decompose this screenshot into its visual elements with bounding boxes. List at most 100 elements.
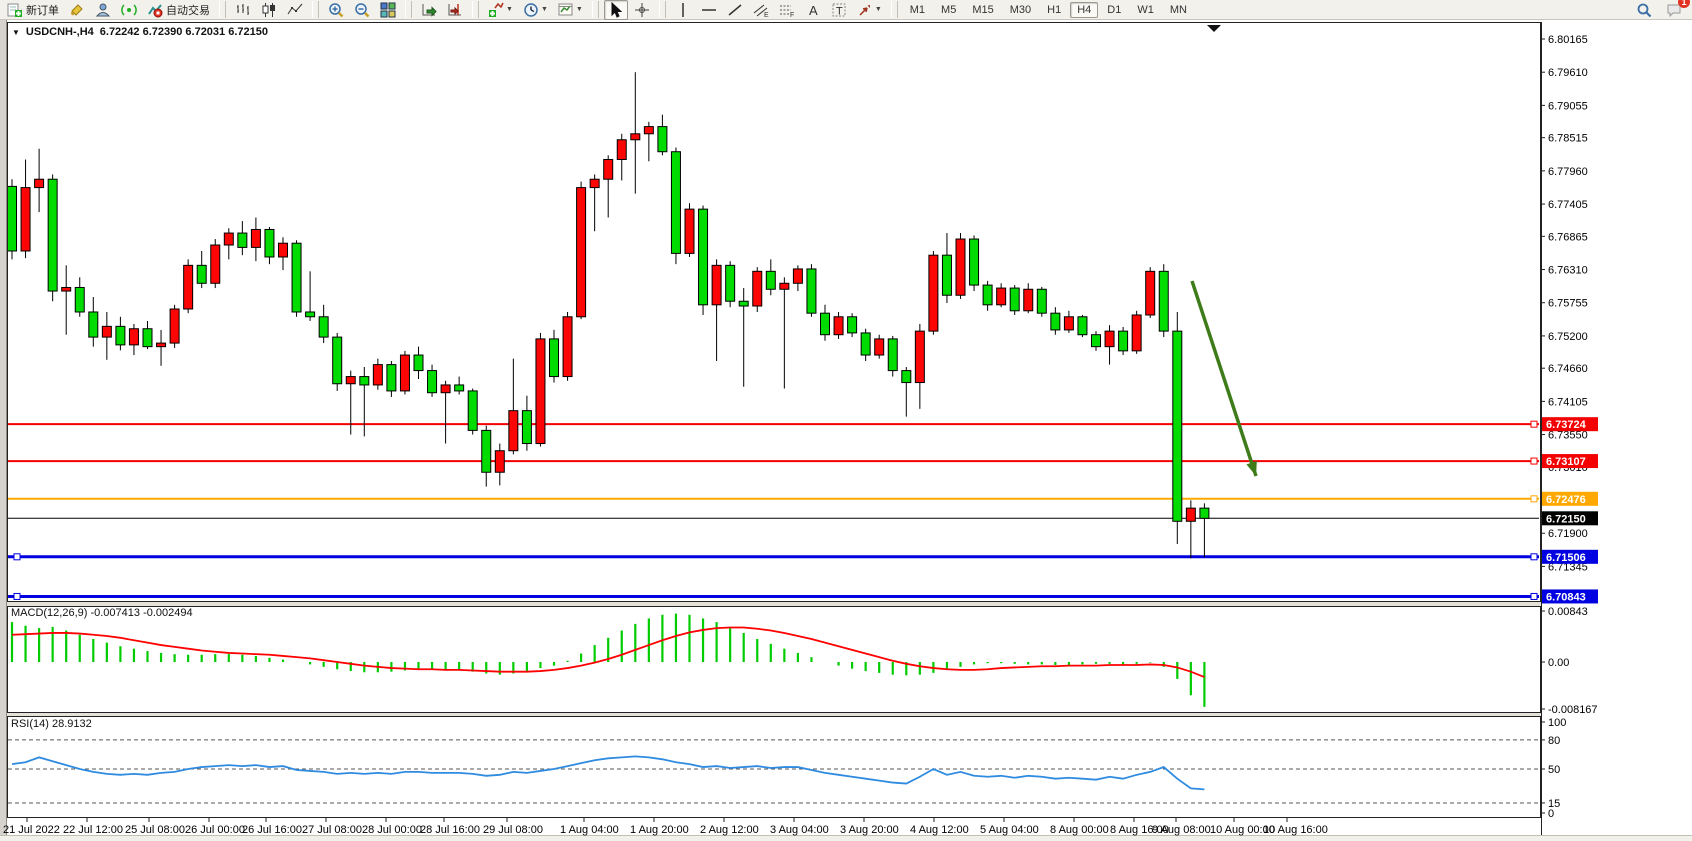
chart-menu-triangle-icon[interactable]: ▼ (12, 28, 20, 37)
timeframe-m15-button[interactable]: M15 (965, 2, 1000, 18)
line-handle[interactable] (14, 554, 20, 560)
line-handle[interactable] (1531, 421, 1537, 427)
insert-group: ▼ ▼ ▼ (481, 0, 590, 19)
fibonacci-icon: F (779, 2, 795, 18)
crosshair-button[interactable] (630, 0, 654, 20)
svg-text:6.74105: 6.74105 (1548, 396, 1588, 408)
candlestick-chart-button[interactable] (257, 0, 281, 20)
date-label: 8 Aug 00:00 (1050, 824, 1109, 836)
equidistant-channel-button[interactable]: E (749, 0, 773, 20)
svg-text:6.75755: 6.75755 (1548, 298, 1588, 310)
auto-scroll-button[interactable] (417, 0, 441, 20)
trade-group: 新订单 自动交易 (0, 0, 217, 19)
toolbar: 新订单 自动交易 ▼ ▼ (0, 0, 1692, 20)
objects-group: E F A T ▼ (668, 0, 889, 19)
timeframe-d1-button[interactable]: D1 (1100, 2, 1128, 18)
templates-button[interactable]: ▼ (554, 0, 587, 20)
periods-button[interactable]: ▼ (519, 0, 552, 20)
notifications-button[interactable]: 1 (1662, 0, 1686, 20)
toolbar-separator (405, 1, 412, 18)
date-label: 26 Jul 16:00 (242, 824, 302, 836)
profile-button[interactable] (91, 0, 115, 20)
search-button[interactable] (1632, 0, 1656, 20)
vertical-line-button[interactable] (671, 0, 695, 20)
rsi-indicator-label: RSI(14) 28.9132 (11, 718, 92, 730)
date-label: 21 Jul 2022 (3, 824, 60, 836)
indicators-button[interactable]: ▼ (484, 0, 517, 20)
chart-canvas[interactable]: 6.801656.796106.790556.785156.779606.774… (0, 0, 1692, 841)
pane-divider[interactable] (7, 713, 1541, 716)
timeframe-h1-button[interactable]: H1 (1040, 2, 1068, 18)
line-handle[interactable] (14, 593, 20, 599)
svg-text:6.76865: 6.76865 (1548, 231, 1588, 243)
macd-pane[interactable] (8, 607, 1541, 713)
timeframe-h4-button[interactable]: H4 (1070, 2, 1098, 18)
svg-text:6.73550: 6.73550 (1548, 430, 1588, 442)
line-handle[interactable] (1531, 496, 1537, 502)
timeframe-mn-button[interactable]: MN (1163, 2, 1194, 18)
indicators-icon (488, 2, 504, 18)
bar-chart-button[interactable] (231, 0, 255, 20)
svg-text:6.70843: 6.70843 (1546, 591, 1586, 603)
chart-shift-icon (447, 2, 463, 18)
template-icon (558, 2, 574, 18)
autotrading-button[interactable]: 自动交易 (143, 0, 214, 20)
text-label-button[interactable]: T (827, 0, 851, 20)
date-label: 29 Jul 08:00 (483, 824, 543, 836)
macd-axis-label: 0.00 (1548, 657, 1569, 669)
new-order-label: 新订单 (26, 2, 59, 18)
horizontal-line-button[interactable] (697, 0, 721, 20)
cursor-button[interactable] (604, 0, 628, 20)
date-axis[interactable]: 21 Jul 202222 Jul 12:0025 Jul 08:0026 Ju… (3, 818, 1328, 836)
auto-scroll-icon (421, 2, 437, 18)
price-marker: 6.70843 (1542, 589, 1598, 603)
timeframe-w1-button[interactable]: W1 (1130, 2, 1161, 18)
trendline-button[interactable] (723, 0, 747, 20)
price-pane[interactable] (8, 23, 1541, 602)
text-button[interactable]: A (801, 0, 825, 20)
timeframe-group: M1M5M15M30H1H4D1W1MN (900, 0, 1197, 19)
chevron-down-icon: ▼ (576, 6, 583, 13)
svg-text:6.73724: 6.73724 (1546, 419, 1587, 431)
svg-text:6.77405: 6.77405 (1548, 199, 1588, 211)
toolbar-separator (659, 1, 666, 18)
sonar-icon (121, 2, 137, 18)
date-label: 26 Jul 00:00 (185, 824, 245, 836)
svg-text:6.76310: 6.76310 (1548, 265, 1588, 277)
timeframe-m5-button[interactable]: M5 (934, 2, 963, 18)
date-label: 3 Aug 04:00 (770, 824, 829, 836)
alerts-button[interactable] (117, 0, 141, 20)
pane-divider[interactable] (7, 602, 1541, 606)
svg-text:6.79610: 6.79610 (1548, 67, 1588, 79)
new-order-button[interactable]: 新订单 (3, 0, 63, 20)
price-marker: 6.72150 (1542, 511, 1598, 525)
svg-text:6.78515: 6.78515 (1548, 133, 1588, 145)
line-handle[interactable] (1531, 458, 1537, 464)
scroll-group (414, 0, 470, 19)
chart-shift-button[interactable] (443, 0, 467, 20)
arrows-button[interactable]: ▼ (853, 0, 886, 20)
zoom-in-button[interactable] (324, 0, 348, 20)
price-marker: 6.72476 (1542, 492, 1598, 506)
svg-text:6.71900: 6.71900 (1548, 528, 1588, 540)
svg-text:A: A (809, 3, 818, 18)
tile-windows-button[interactable] (376, 0, 400, 20)
date-label: 27 Jul 08:00 (302, 824, 362, 836)
toolbar-separator (891, 1, 898, 18)
timeframe-m1-button[interactable]: M1 (903, 2, 932, 18)
ohlc-readout: 6.72242 6.72390 6.72031 6.72150 (100, 26, 268, 38)
tile-windows-icon (380, 2, 396, 18)
line-chart-button[interactable] (283, 0, 307, 20)
date-label: 1 Aug 20:00 (630, 824, 689, 836)
date-label: 3 Aug 20:00 (840, 824, 899, 836)
styles-button[interactable] (65, 0, 89, 20)
fibonacci-button[interactable]: F (775, 0, 799, 20)
search-icon (1636, 2, 1652, 18)
rsi-axis-label: 0 (1548, 808, 1554, 820)
zoom-out-button[interactable] (350, 0, 374, 20)
symbol-period-label: USDCNH-,H4 (26, 26, 94, 38)
line-handle[interactable] (1531, 554, 1537, 560)
line-handle[interactable] (1531, 593, 1537, 599)
timeframe-m30-button[interactable]: M30 (1003, 2, 1038, 18)
date-label: 2 Aug 12:00 (700, 824, 759, 836)
